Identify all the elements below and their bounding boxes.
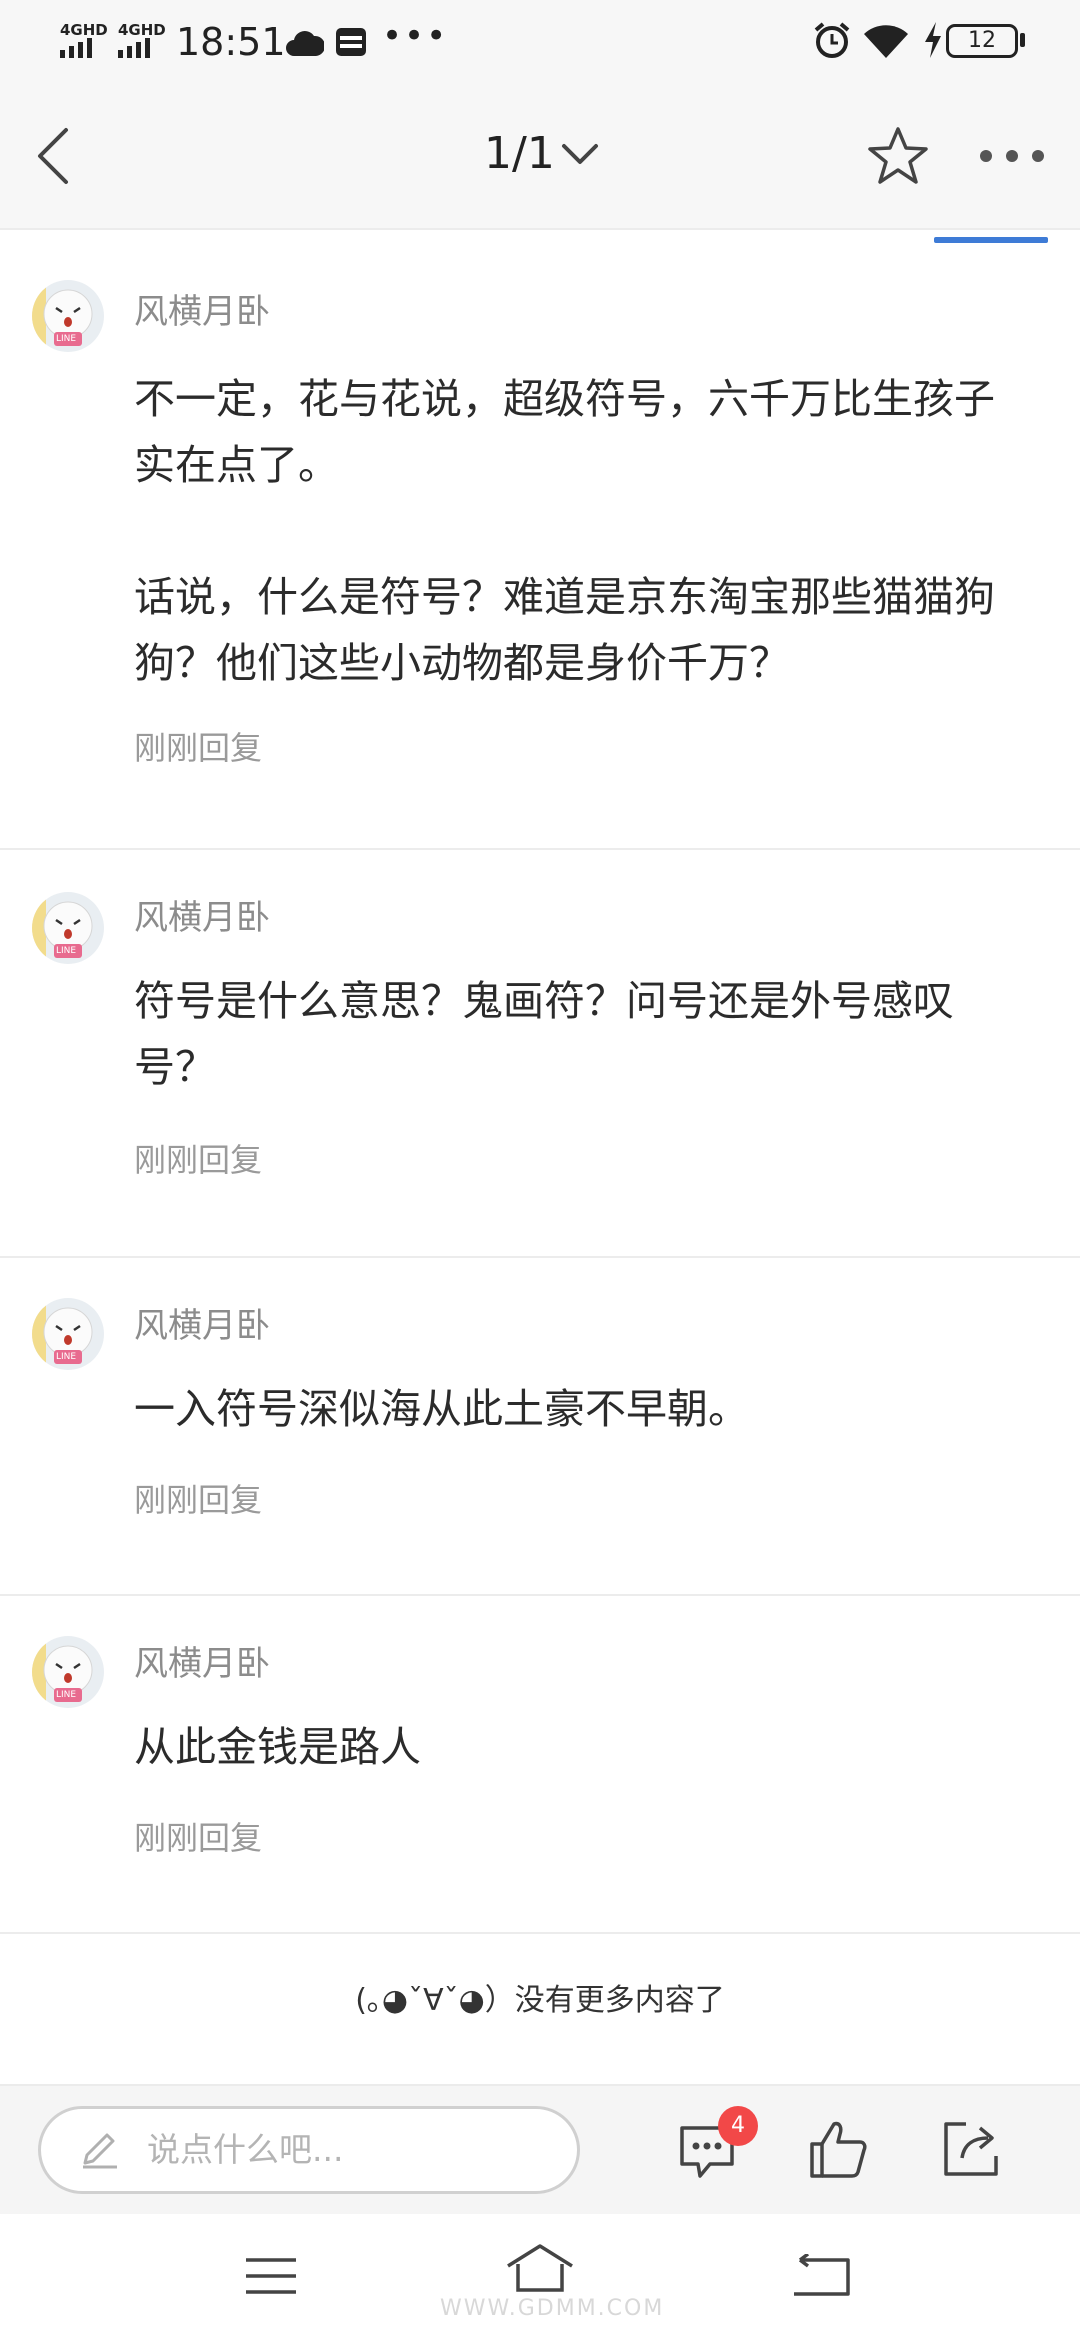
battery-icon: 12 [946,24,1018,58]
comment-reply-time: 刚刚回复 [134,1481,263,1519]
signal-icon [60,38,92,58]
thumbs-up-icon[interactable] [808,2118,868,2180]
avatar[interactable]: LINE [32,1298,104,1370]
status-overflow: ••• [382,16,449,56]
top-nav-bar: 1/1 [0,84,1080,230]
no-more-content-text: (｡◕ˇ∀ˇ◕）没有更多内容了 [355,1983,725,2018]
avatar-badge-text: LINE [56,334,77,344]
chevron-left-icon[interactable] [30,124,74,188]
comment-content: 不一定，花与花说，超级符号，六千万比生孩子实在点了。 话说，什么是符号？难道是京… [134,375,995,687]
signal-icon [118,38,150,58]
page-indicator[interactable]: 1/1 [484,124,555,184]
watermark: WWW.GDMM.COM [440,2296,665,2321]
wifi-icon [864,25,908,58]
comment-item: LINE 风横月卧 不一定，花与花说，超级符号，六千万比生孩子实在点了。 话说，… [0,232,1080,850]
avatar[interactable]: LINE [32,280,104,352]
comment-item: LINE 风横月卧 符号是什么意思？鬼画符？问号还是外号感叹号？ 刚刚回复 [0,850,1080,1258]
bottom-action-bar: 说点什么吧... 4 [0,2084,1080,2214]
avatar[interactable]: LINE [32,892,104,964]
comment-username[interactable]: 风横月卧 [134,1642,270,1686]
avatar-badge-text: LINE [56,1352,77,1362]
comment-content: 从此金钱是路人 [134,1723,421,1771]
system-navigation-bar [0,2214,1080,2340]
comment-item: LINE 风横月卧 从此金钱是路人 刚刚回复 [0,1596,1080,1934]
star-icon[interactable] [866,124,930,188]
comment-reply-time: 刚刚回复 [134,729,263,767]
comment-reply-time: 刚刚回复 [134,1819,263,1857]
charging-icon [925,22,941,58]
chevron-down-icon[interactable] [560,142,600,168]
status-bar: 4GHD 4GHD 18:51 ••• 12 [0,0,1080,84]
more-dots-icon[interactable] [976,146,1048,166]
avatar-badge-text: LINE [56,1690,77,1700]
pencil-icon [83,2133,117,2169]
card-icon [336,28,366,56]
comment-username[interactable]: 风横月卧 [134,896,270,940]
share-icon[interactable] [940,2118,1002,2180]
home-icon[interactable] [504,2242,576,2294]
menu-icon[interactable] [244,2256,298,2296]
avatar[interactable]: LINE [32,1636,104,1708]
network-type-2: 4GHD [118,21,166,39]
network-type-1: 4GHD [60,21,108,39]
cloud-icon [286,31,324,56]
clock: 18:51 [176,20,286,64]
comment-username[interactable]: 风横月卧 [134,1304,270,1348]
comment-count-badge: 4 [718,2106,758,2146]
comment-input-placeholder: 说点什么吧... [147,2130,344,2169]
comment-item: LINE 风横月卧 一入符号深似海从此土豪不早朝。 刚刚回复 [0,1258,1080,1596]
comment-reply-time: 刚刚回复 [134,1141,263,1179]
battery-level: 12 [968,28,996,53]
comment-content: 一入符号深似海从此土豪不早朝。 [134,1385,749,1433]
comment-content: 符号是什么意思？鬼画符？问号还是外号感叹号？ [134,977,954,1091]
alarm-icon [814,22,850,58]
avatar-badge-text: LINE [56,946,77,956]
battery-tip [1020,33,1025,47]
comment-username[interactable]: 风横月卧 [134,290,270,334]
comment-input[interactable]: 说点什么吧... [38,2106,580,2194]
back-icon[interactable] [790,2254,852,2298]
